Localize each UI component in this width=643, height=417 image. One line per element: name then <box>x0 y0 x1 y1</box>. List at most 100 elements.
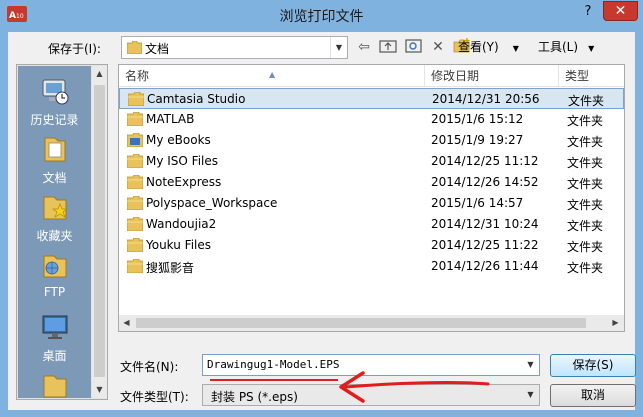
save-button[interactable]: 保存(S) <box>550 354 636 377</box>
file-modified-date: 2014/12/31 20:56 <box>432 92 540 106</box>
file-type: 文件夹 <box>567 261 604 275</box>
ebook-folder-icon <box>126 132 144 150</box>
filename-value[interactable]: Drawingug1-Model.EPS <box>207 358 339 371</box>
file-modified-date: 2014/12/26 14:52 <box>431 175 539 189</box>
file-type: 文件夹 <box>567 135 604 149</box>
column-header-name[interactable]: 名称 ▲ <box>119 65 425 87</box>
file-type: 文件夹 <box>567 198 604 212</box>
search-web-icon[interactable] <box>404 38 424 56</box>
view-menu[interactable]: 查看(Y) ▼ <box>458 38 519 56</box>
file-row[interactable]: NoteExpress 2014/12/26 14:52 文件夹 <box>119 172 624 193</box>
close-button[interactable]: ✕ <box>603 1 638 21</box>
place-label: FTP <box>43 285 66 299</box>
back-icon[interactable]: ⇦ <box>354 38 374 56</box>
file-modified-date: 2014/12/25 11:22 <box>431 238 539 252</box>
filename-label: 文件名(N): <box>120 360 179 374</box>
file-row[interactable]: Camtasia Studio 2014/12/31 20:56 文件夹 <box>119 88 624 109</box>
history-icon <box>18 76 91 109</box>
ftp-icon <box>18 250 91 283</box>
column-header-label: 名称 <box>125 69 150 83</box>
favorites-icon <box>18 192 91 225</box>
save-in-label: 保存于(I): <box>48 42 101 56</box>
folder-icon <box>126 174 144 192</box>
chevron-down-icon: ▼ <box>588 44 595 53</box>
scroll-up-icon[interactable]: ▲ <box>92 66 107 82</box>
file-modified-date: 2015/1/6 15:12 <box>431 112 524 126</box>
chevron-down-icon[interactable]: ▼ <box>330 37 347 58</box>
help-button[interactable]: ? <box>575 2 601 22</box>
up-folder-icon[interactable] <box>378 38 398 56</box>
scrollbar-thumb[interactable] <box>94 85 105 377</box>
file-row[interactable]: 搜狐影音 2014/12/26 11:44 文件夹 <box>119 256 624 277</box>
file-modified-date: 2014/12/25 11:12 <box>431 154 539 168</box>
sort-ascending-icon: ▲ <box>269 70 276 79</box>
file-name: Camtasia Studio <box>147 92 246 106</box>
file-type: 文件夹 <box>567 177 604 191</box>
file-name: MATLAB <box>146 112 195 126</box>
file-type: 文件夹 <box>567 156 604 170</box>
place-desktop[interactable]: 桌面 <box>18 312 91 364</box>
file-type: 文件夹 <box>568 94 605 108</box>
title-bar[interactable]: A 10 浏览打印文件 ? ✕ <box>0 0 643 32</box>
column-header-date[interactable]: 修改日期 <box>425 65 559 87</box>
place-history[interactable]: 历史记录 <box>18 76 91 128</box>
file-row[interactable]: MATLAB 2015/1/6 15:12 文件夹 <box>119 109 624 130</box>
file-name: Polyspace_Workspace <box>146 196 278 210</box>
place-label: 历史记录 <box>30 113 79 127</box>
save-in-combo[interactable]: 文档 ▼ <box>121 36 348 59</box>
file-name: Youku Files <box>146 238 212 252</box>
file-type: 文件夹 <box>567 240 604 254</box>
file-row[interactable]: Polyspace_Workspace 2015/1/6 14:57 文件夹 <box>119 193 624 214</box>
file-row[interactable]: My ISO Files 2014/12/25 11:12 文件夹 <box>119 151 624 172</box>
tools-menu[interactable]: 工具(L) ▼ <box>538 38 594 56</box>
place-favorites[interactable]: 收藏夹 <box>18 192 91 244</box>
file-modified-date: 2014/12/31 10:24 <box>431 217 539 231</box>
folder-icon <box>126 111 144 129</box>
folder-icon <box>18 370 91 398</box>
place-label: 文档 <box>42 171 67 185</box>
scrollbar-thumb[interactable] <box>136 318 586 328</box>
folder-icon <box>126 153 144 171</box>
file-row[interactable]: Youku Files 2014/12/25 11:22 文件夹 <box>119 235 624 256</box>
chevron-down-icon[interactable]: ▼ <box>522 385 539 405</box>
place-documents[interactable]: 文档 <box>18 134 91 186</box>
folder-icon <box>127 91 145 109</box>
column-header-type[interactable]: 类型 <box>559 65 624 87</box>
file-row[interactable]: Wandoujia2 2014/12/31 10:24 文件夹 <box>119 214 624 235</box>
folder-icon <box>126 195 144 213</box>
cancel-button[interactable]: 取消 <box>550 384 636 407</box>
file-name: 搜狐影音 <box>146 261 195 275</box>
column-header-row: 名称 ▲ 修改日期 类型 <box>119 65 624 87</box>
file-type: 文件夹 <box>567 114 604 128</box>
window-title: 浏览打印文件 <box>279 9 364 25</box>
print-file-dialog: A10 浏览打印文件 ? ✕ 保存于(I): 文档 ▼ ⇦ ✕ 查看(Y) ▼ <box>0 0 643 417</box>
chevron-down-icon[interactable]: ▼ <box>522 355 539 375</box>
horizontal-scrollbar[interactable]: ◀ ▶ <box>119 315 624 331</box>
file-list[interactable]: 名称 ▲ 修改日期 类型 Camtasia Studio 2014/12/31 2… <box>118 64 625 332</box>
folder-icon <box>126 216 144 234</box>
file-modified-date: 2015/1/6 14:57 <box>431 196 524 210</box>
dialog-body: 保存于(I): 文档 ▼ ⇦ ✕ 查看(Y) ▼ 工具(L) ▼ 历史记录 文档… <box>8 32 636 410</box>
file-name: My ISO Files <box>146 154 219 168</box>
file-name: My eBooks <box>146 133 211 147</box>
place-more[interactable] <box>18 370 91 398</box>
places-scrollbar[interactable]: ▲ ▼ <box>92 66 107 398</box>
file-modified-date: 2015/1/9 19:27 <box>431 133 524 147</box>
scroll-left-icon[interactable]: ◀ <box>119 315 134 331</box>
file-type: 文件夹 <box>567 219 604 233</box>
delete-icon[interactable]: ✕ <box>428 38 448 56</box>
places-list: 历史记录 文档 收藏夹 FTP 桌面 <box>18 66 91 398</box>
place-ftp[interactable]: FTP <box>18 250 91 299</box>
place-label: 桌面 <box>42 349 67 363</box>
scroll-down-icon[interactable]: ▼ <box>92 382 107 398</box>
file-row[interactable]: My eBooks 2015/1/9 19:27 文件夹 <box>119 130 624 151</box>
filetype-label: 文件类型(T): <box>120 390 189 404</box>
file-name: Wandoujia2 <box>146 217 217 231</box>
place-label: 收藏夹 <box>36 229 73 243</box>
folder-icon <box>126 40 143 57</box>
save-in-value: 文档 <box>145 42 170 56</box>
documents-icon <box>18 134 91 167</box>
scroll-right-icon[interactable]: ▶ <box>608 315 623 331</box>
folder-icon <box>126 258 144 276</box>
desktop-icon <box>18 312 91 345</box>
